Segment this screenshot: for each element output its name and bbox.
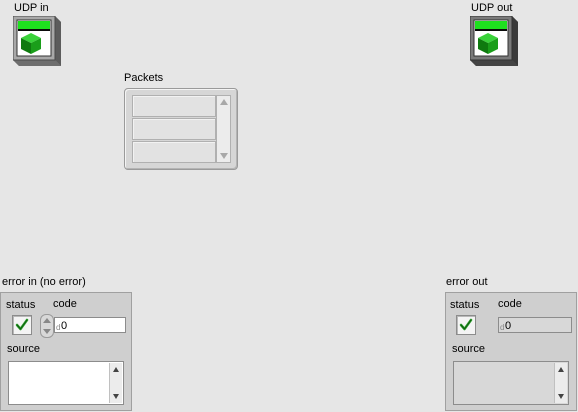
error-out-cluster: status code d 0 source	[445, 292, 577, 411]
packets-array[interactable]	[124, 88, 238, 170]
error-in-code-label: code	[53, 298, 77, 310]
error-in-code-spinner[interactable]	[40, 314, 54, 338]
error-out-code-field: d 0	[498, 317, 572, 333]
scroll-down-arrow-icon[interactable]	[113, 394, 119, 399]
error-in-source-scrollbar[interactable]	[109, 363, 122, 403]
packets-label: Packets	[124, 72, 164, 84]
error-out-status-indicator	[456, 315, 476, 335]
udp-out-refnum[interactable]	[470, 16, 520, 68]
error-in-code-field[interactable]: d 0	[54, 317, 126, 333]
error-in-label: error in (no error)	[2, 276, 86, 288]
radix-indicator: d	[56, 323, 61, 332]
error-out-code-value: 0	[505, 320, 512, 332]
checkmark-icon	[459, 318, 473, 331]
error-in-code-value: 0	[61, 320, 68, 332]
error-out-label: error out	[446, 276, 488, 288]
error-out-source-field	[453, 361, 569, 405]
packets-element[interactable]	[132, 95, 216, 117]
radix-indicator: d	[500, 323, 505, 332]
udp-in-refnum[interactable]	[13, 16, 63, 68]
scroll-down-arrow-icon[interactable]	[558, 394, 564, 399]
error-in-cluster: status code d 0 source	[0, 292, 132, 411]
udp-refnum-icon	[13, 16, 61, 66]
error-out-source-scrollbar[interactable]	[554, 363, 567, 403]
error-in-source-label: source	[7, 343, 41, 355]
udp-refnum-icon	[470, 16, 518, 66]
error-in-status-label: status	[6, 299, 36, 311]
packets-element[interactable]	[132, 118, 216, 140]
scroll-up-arrow-icon[interactable]	[113, 367, 119, 372]
increment-arrow-icon[interactable]	[43, 318, 51, 323]
scroll-up-arrow-icon[interactable]	[558, 367, 564, 372]
packets-scrollbar[interactable]	[216, 95, 231, 163]
checkmark-icon	[15, 318, 29, 331]
udp-out-label: UDP out	[471, 2, 513, 14]
udp-in-label: UDP in	[14, 2, 49, 14]
error-in-source-field[interactable]	[8, 361, 124, 405]
scroll-up-arrow-icon[interactable]	[220, 99, 228, 105]
scroll-down-arrow-icon[interactable]	[220, 153, 228, 159]
error-in-status-checkbox[interactable]	[12, 315, 32, 335]
packets-element[interactable]	[132, 141, 216, 163]
error-out-status-label: status	[450, 299, 480, 311]
error-out-code-label: code	[498, 298, 522, 310]
error-out-source-label: source	[452, 343, 486, 355]
decrement-arrow-icon[interactable]	[43, 329, 51, 334]
